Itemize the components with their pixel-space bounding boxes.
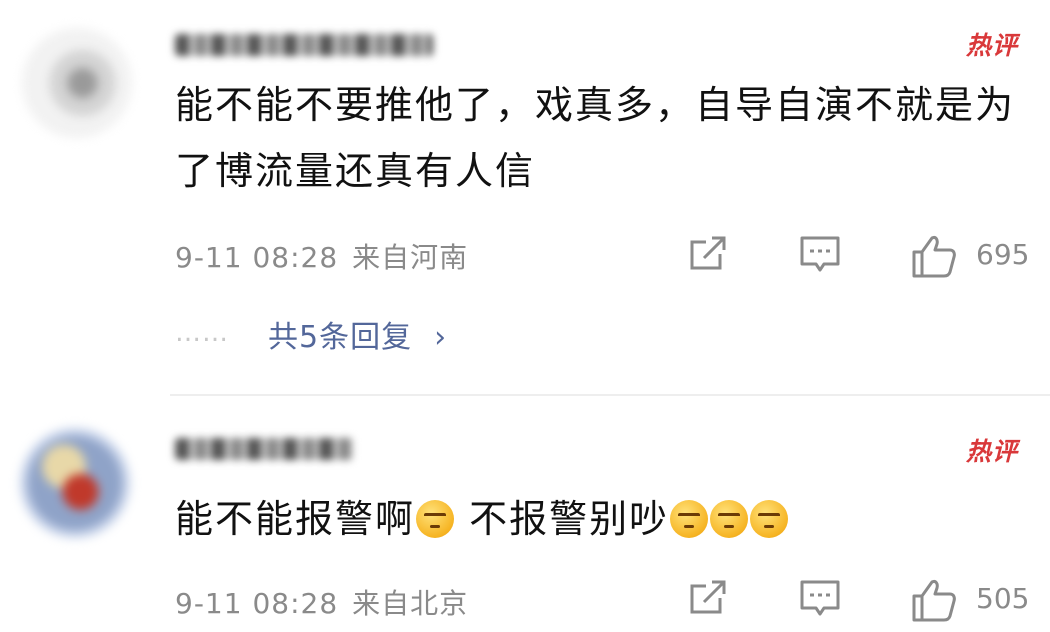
comment-text-part: 能不能报警啊 [175,497,416,541]
comment-card: 热评 能不能报警啊 不报警别吵 9-11 08:28 来自北京 505 [0,398,1050,632]
speechless-face-emoji [750,500,789,538]
divider [170,394,1050,396]
thumbs-up-icon[interactable] [910,576,956,622]
comment-text: 能不能不要推他了，戏真多，自导自演不就是为了博流量还真有人信 [175,83,1016,193]
speechless-face-emoji [710,500,749,538]
share-icon[interactable] [686,576,730,620]
comment-meta: 9-11 08:28 来自北京 [175,582,482,622]
thumbs-up-icon[interactable] [910,232,956,278]
chevron-right-icon: › [434,320,448,355]
share-icon[interactable] [686,232,730,276]
avatar[interactable] [20,428,130,538]
username-blurred[interactable] [175,34,433,56]
speechless-face-emoji [670,500,709,538]
speechless-face-emoji [416,500,455,538]
comment-text-part: 不报警别吵 [469,497,670,541]
like-count: 505 [976,582,1030,615]
view-replies-link[interactable]: 共5条回复 › [268,312,447,356]
hot-comment-badge: 热评 [965,437,1018,466]
like-count: 695 [976,238,1030,271]
comment-meta: 9-11 08:28 来自河南 [175,236,482,276]
comment-text: 能不能报警啊 不报警别吵 [175,486,1025,552]
reply-dots: …… [175,318,229,348]
username-blurred[interactable] [175,438,353,460]
reply-icon[interactable] [798,576,842,620]
comment-location: 来自北京 [352,587,469,620]
hot-comment-badge: 热评 [965,31,1018,60]
reply-icon[interactable] [798,232,842,276]
comment-location: 来自河南 [352,241,469,274]
avatar[interactable] [22,28,132,138]
comment-card: 热评 能不能不要推他了，戏真多，自导自演不就是为了博流量还真有人信 9-11 0… [0,0,1050,392]
replies-label: 共5条回复 [268,320,413,355]
comment-date: 9-11 08:28 [175,241,339,274]
comment-date: 9-11 08:28 [175,587,339,620]
